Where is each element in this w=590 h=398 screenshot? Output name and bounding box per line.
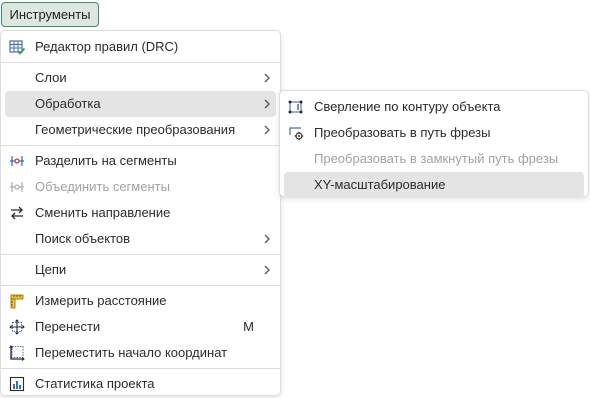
menu-item-find-objects[interactable]: Поиск объектов xyxy=(5,226,276,252)
separator xyxy=(1,368,280,369)
menu-item-label: Статистика проекта xyxy=(35,376,155,391)
separator xyxy=(1,254,280,255)
processing-submenu: Сверление по контуру объекта Преобразова… xyxy=(279,90,589,198)
menu-item-move-origin[interactable]: Переместить начало координат xyxy=(5,340,276,366)
menu-item-geometric-transforms[interactable]: Геометрические преобразования xyxy=(5,117,276,143)
submenu-item-label: Сверление по контуру объекта xyxy=(314,99,501,114)
menu-item-label: Поиск объектов xyxy=(35,231,131,246)
menu-item-label: Геометрические преобразования xyxy=(35,122,236,137)
chevron-right-icon xyxy=(262,123,272,137)
submenu-item-to-mill-path[interactable]: Преобразовать в путь фрезы xyxy=(284,120,584,146)
menu-item-label: Цепи xyxy=(35,262,67,277)
menu-item-label: Слои xyxy=(35,70,67,85)
menu-item-label: Редактор правил (DRC) xyxy=(35,39,179,54)
menu-item-label: Перенести xyxy=(35,319,101,334)
menu-item-join-segments[interactable]: Объединить сегменты xyxy=(5,174,276,200)
menu-item-label: Обработка xyxy=(35,96,101,111)
tools-dropdown-menu: Редактор правил (DRC) Слои Обработка Гео… xyxy=(0,30,281,396)
origin-icon xyxy=(9,345,25,361)
submenu-item-label: Преобразовать в замкнутый путь фрезы xyxy=(314,151,559,166)
submenu-item-xy-scale[interactable]: XY-масштабирование xyxy=(284,172,584,198)
chevron-right-icon xyxy=(262,97,272,111)
menu-item-processing[interactable]: Обработка xyxy=(5,91,276,117)
menu-item-drc-editor[interactable]: Редактор правил (DRC) xyxy=(5,34,276,60)
tools-menu-button[interactable]: Инструменты xyxy=(1,2,99,27)
separator xyxy=(1,285,280,286)
menu-item-project-stats[interactable]: Статистика проекта xyxy=(5,371,276,397)
shortcut-label: M xyxy=(243,319,254,334)
submenu-item-to-closed-mill-path[interactable]: Преобразовать в замкнутый путь фрезы xyxy=(284,146,584,172)
menu-item-label: Объединить сегменты xyxy=(35,179,170,194)
drill-contour-icon xyxy=(288,99,304,115)
submenu-item-drill-contour[interactable]: Сверление по контуру объекта xyxy=(284,94,584,120)
separator xyxy=(1,62,280,63)
chevron-right-icon xyxy=(262,232,272,246)
join-segments-icon xyxy=(9,179,25,195)
chevron-right-icon xyxy=(262,263,272,277)
menu-item-measure-distance[interactable]: Измерить расстояние xyxy=(5,288,276,314)
separator xyxy=(1,145,280,146)
menu-item-label: Измерить расстояние xyxy=(35,293,167,308)
menu-item-label: Разделить на сегменты xyxy=(35,153,177,168)
menu-item-label: Переместить начало координат xyxy=(35,345,228,360)
ruler-icon xyxy=(9,293,25,309)
menu-item-change-direction[interactable]: Сменить направление xyxy=(5,200,276,226)
submenu-item-label: Преобразовать в путь фрезы xyxy=(314,125,491,140)
menu-item-move[interactable]: Перенести M xyxy=(5,314,276,340)
menu-item-label: Сменить направление xyxy=(35,205,171,220)
submenu-item-label: XY-масштабирование xyxy=(314,177,446,192)
mill-path-gear-icon xyxy=(288,125,304,141)
bar-chart-icon xyxy=(9,376,25,392)
menu-item-split-segments[interactable]: Разделить на сегменты xyxy=(5,148,276,174)
move-icon xyxy=(9,319,25,335)
menu-item-layers[interactable]: Слои xyxy=(5,65,276,91)
menu-item-chains[interactable]: Цепи xyxy=(5,257,276,283)
swap-arrows-icon xyxy=(9,205,25,221)
table-check-icon xyxy=(9,39,25,55)
chevron-right-icon xyxy=(262,71,272,85)
split-segments-icon xyxy=(9,153,25,169)
